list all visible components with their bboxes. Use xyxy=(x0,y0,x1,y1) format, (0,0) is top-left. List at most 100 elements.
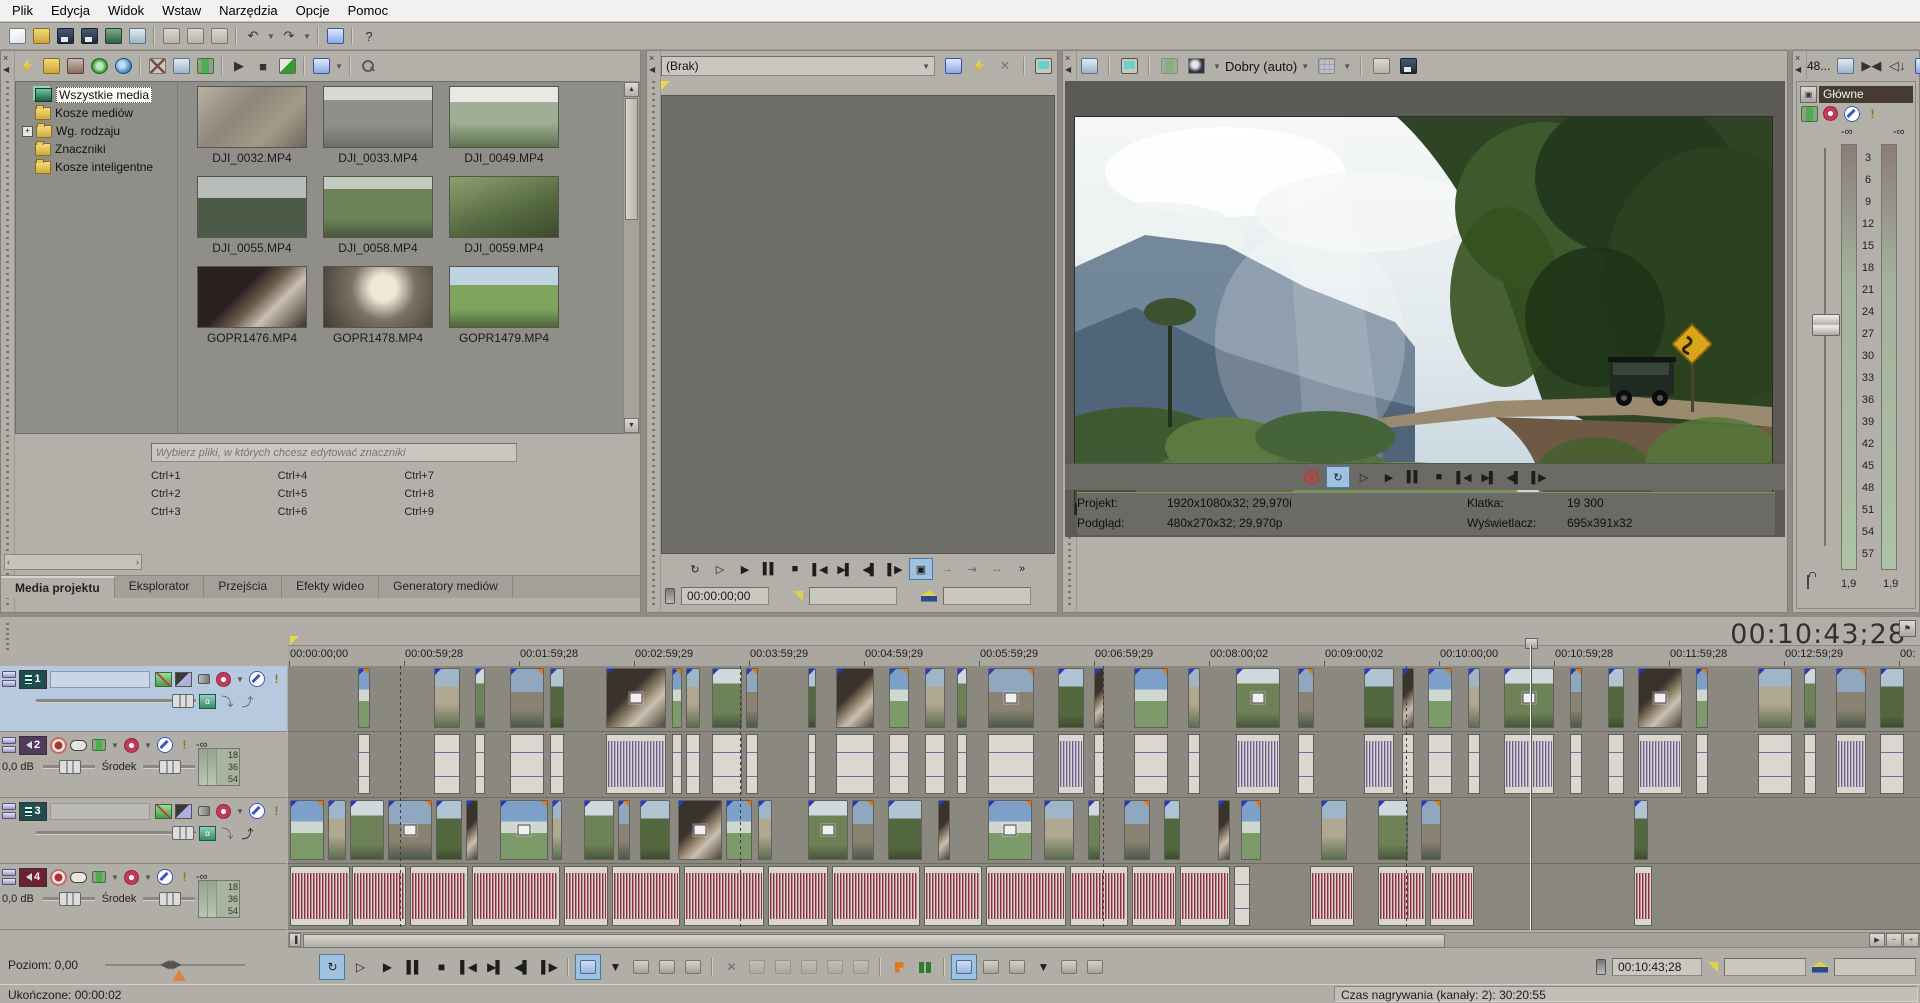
overlay-grid-icon[interactable] xyxy=(1315,55,1337,77)
pin-icon[interactable]: ◀ xyxy=(3,65,9,74)
save-snapshot-icon[interactable] xyxy=(1397,55,1419,77)
timeline-clip[interactable] xyxy=(1758,734,1792,794)
go-to-start-icon[interactable]: ▌◀ xyxy=(1453,467,1475,487)
timeline-h-scrollbar[interactable]: ▐ ▶ − + xyxy=(288,932,1920,948)
track-fx-icon[interactable] xyxy=(90,738,107,753)
track-level-slider[interactable] xyxy=(36,699,196,703)
timeline-clip[interactable] xyxy=(1570,668,1582,728)
automation-settings-icon[interactable] xyxy=(123,870,140,885)
timeline-clip[interactable] xyxy=(1234,866,1250,926)
timeline-clip[interactable] xyxy=(686,668,700,728)
menu-edycja[interactable]: Edycja xyxy=(43,0,100,21)
selection-end-field[interactable] xyxy=(943,587,1031,605)
marker-bar[interactable]: ⚑ xyxy=(288,617,1920,645)
track-header-1[interactable]: 1 ▼ ! α ⤵ ⤴ xyxy=(0,666,287,732)
timeline-clip[interactable] xyxy=(606,668,666,728)
go-to-end-icon[interactable]: ▶▌ xyxy=(1478,467,1500,487)
remove-fx-icon[interactable]: ✕ xyxy=(994,55,1016,77)
menu-narzędzia[interactable]: Narzędzia xyxy=(211,0,288,21)
timeline-time-field[interactable]: 00:10:43;28 xyxy=(1612,958,1702,976)
timeline-clip[interactable] xyxy=(746,668,758,728)
timeline-clip[interactable] xyxy=(1058,668,1084,728)
timeline-clip[interactable] xyxy=(500,800,548,860)
insert-marker-icon[interactable] xyxy=(887,955,911,979)
media-scrollbar[interactable]: ▲ ▼ xyxy=(623,81,640,434)
go-to-start-icon[interactable]: ▌◀ xyxy=(809,559,831,579)
automation-settings-icon[interactable] xyxy=(215,804,232,819)
media-file-item[interactable]: DJI_0033.MP4 xyxy=(315,86,441,165)
edit-tool-dropdown-icon[interactable]: ▼ xyxy=(603,955,627,979)
timeline-clip[interactable] xyxy=(726,800,752,860)
sync-cursor-icon[interactable] xyxy=(665,588,675,604)
track-number-badge[interactable]: 3 xyxy=(19,802,47,821)
bypass-motion-blur-icon[interactable] xyxy=(155,672,172,687)
timeline-clip[interactable] xyxy=(712,734,742,794)
timeline-clip[interactable] xyxy=(1241,800,1261,860)
delete-icon[interactable]: ✕ xyxy=(719,955,743,979)
timeline-clip[interactable] xyxy=(618,800,630,860)
make-child-icon[interactable]: ⤵ xyxy=(219,694,236,709)
stop-icon[interactable]: ■ xyxy=(1428,467,1450,487)
media-file-item[interactable]: GOPR1479.MP4 xyxy=(441,266,567,345)
chevron-down-icon[interactable]: ▼ xyxy=(110,734,120,756)
timeline-clip[interactable] xyxy=(686,734,700,794)
interactive-help-icon[interactable]: ? xyxy=(358,25,380,47)
timeline-clip[interactable] xyxy=(1880,734,1904,794)
timeline-clip[interactable] xyxy=(832,866,920,926)
tab-generatory-mediów[interactable]: Generatory mediów xyxy=(379,576,513,598)
timeline-clip[interactable] xyxy=(510,668,544,728)
pan-crop-badge-icon[interactable] xyxy=(630,693,643,704)
loop-playback-icon[interactable]: ↻ xyxy=(319,954,345,980)
timeline-clip[interactable] xyxy=(768,866,828,926)
panel-grip[interactable]: ×◀ xyxy=(1793,51,1807,79)
bus-view-icon[interactable]: ▣ xyxy=(1800,86,1817,103)
level-slider-handle[interactable]: ◀◆▶ xyxy=(160,957,179,971)
timeline-clip[interactable] xyxy=(1310,866,1354,926)
envelope-edit-tool-icon[interactable] xyxy=(629,955,653,979)
bus-gear-icon[interactable] xyxy=(1822,106,1839,121)
timeline-clip[interactable] xyxy=(1188,668,1200,728)
timeline-clip[interactable] xyxy=(1638,668,1682,728)
marker-icon[interactable] xyxy=(290,636,299,645)
open-project-icon[interactable] xyxy=(30,25,52,47)
timeline-clip[interactable] xyxy=(475,734,485,794)
timeline-clip[interactable] xyxy=(988,734,1034,794)
enable-snapping-icon[interactable] xyxy=(951,954,977,980)
media-fx-icon[interactable] xyxy=(16,55,38,77)
search-media-icon[interactable] xyxy=(356,55,378,77)
tree-h-scrollbar[interactable]: ‹› xyxy=(4,554,142,570)
close-icon[interactable]: × xyxy=(1795,53,1800,63)
timeline-clip[interactable] xyxy=(888,800,922,860)
pan-slider[interactable] xyxy=(143,897,195,901)
event-pen-tool-icon[interactable] xyxy=(324,25,346,47)
remove-unused-media-icon[interactable] xyxy=(146,55,168,77)
timeline-clip[interactable] xyxy=(1164,800,1180,860)
play-from-start-icon[interactable]: ▷ xyxy=(348,955,372,979)
playhead-cursor[interactable] xyxy=(1530,645,1531,930)
timeline-clip[interactable] xyxy=(1298,734,1314,794)
timeline-clip[interactable] xyxy=(684,866,764,926)
timeline-clip[interactable] xyxy=(889,734,909,794)
timeline-clip[interactable] xyxy=(938,800,950,860)
zoom-edit-tool-icon[interactable] xyxy=(681,955,705,979)
timeline-clip[interactable] xyxy=(988,800,1032,860)
media-file-item[interactable]: DJI_0058.MP4 xyxy=(315,176,441,255)
save-markers-icon[interactable]: → xyxy=(936,559,958,579)
track-composite-mode-icon[interactable] xyxy=(175,804,192,819)
timeline-clip[interactable] xyxy=(466,800,478,860)
tree-item-kosze-inteligentne[interactable]: Kosze inteligentne xyxy=(16,158,177,176)
timeline-clip[interactable] xyxy=(1696,734,1708,794)
preset-combobox[interactable]: (Brak) ▼ xyxy=(661,56,935,76)
chevron-down-icon[interactable]: ▼ xyxy=(143,866,153,888)
pan-crop-badge-icon[interactable] xyxy=(404,825,417,836)
dim-output-icon[interactable]: ◁↓ xyxy=(1886,55,1908,77)
timeline-clip[interactable] xyxy=(672,734,682,794)
timeline-clip[interactable] xyxy=(1504,734,1554,794)
solo-icon[interactable]: ! xyxy=(176,738,193,753)
playhead-handle[interactable] xyxy=(1525,638,1538,649)
timeline-clip[interactable] xyxy=(564,866,608,926)
marker-edit-input[interactable] xyxy=(151,443,517,462)
mixer-properties-icon[interactable] xyxy=(1834,55,1856,77)
timeline-clip[interactable] xyxy=(678,800,722,860)
invert-phase-icon[interactable] xyxy=(70,870,87,885)
